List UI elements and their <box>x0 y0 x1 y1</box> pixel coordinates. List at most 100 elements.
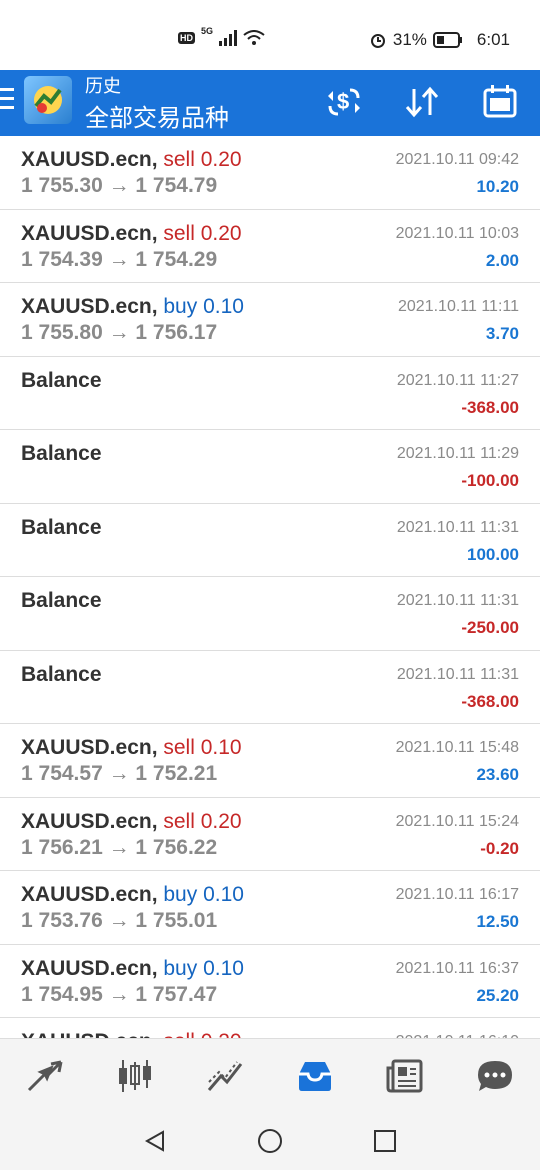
deal-time: 2021.10.11 11:31 <box>396 665 519 683</box>
history-list[interactable]: XAUUSD.ecn, sell 0.20 1 755.30 → 1 754.79… <box>0 136 540 1038</box>
row-title: XAUUSD.ecn, sell 0.20 <box>21 1030 242 1038</box>
deal-time: 2021.10.11 11:31 <box>396 518 519 536</box>
battery-percent: 31% <box>392 30 427 49</box>
symbol-name: XAUUSD.ecn, <box>21 956 158 980</box>
status-connectivity: HD 5G <box>178 26 265 46</box>
row-title: XAUUSD.ecn, buy 0.10 <box>21 883 244 907</box>
symbol-name: Balance <box>21 662 102 686</box>
clock: 6:01 <box>476 30 510 49</box>
deal-volume: 0.20 <box>200 148 242 171</box>
deal-prices: 1 754.57 → 1 752.21 <box>21 762 218 785</box>
sort-arrows-icon <box>405 86 439 118</box>
deal-profit: 25.20 <box>476 985 519 1005</box>
row-title: XAUUSD.ecn, sell 0.10 <box>21 736 242 760</box>
quotes-icon <box>27 1060 63 1092</box>
deal-row[interactable]: XAUUSD.ecn, sell 0.20 1 755.30 → 1 754.79… <box>0 136 540 210</box>
app-logo <box>24 76 72 124</box>
deal-side: sell <box>163 148 195 171</box>
symbol-name: Balance <box>21 515 102 539</box>
row-title: Balance <box>21 589 102 613</box>
row-title: Balance <box>21 516 102 540</box>
nav-messages[interactable] <box>470 1051 520 1101</box>
balance-row[interactable]: Balance 2021.10.11 11:31 -368.00 <box>0 651 540 724</box>
row-title: Balance <box>21 663 102 687</box>
currency-exchange-icon: $ <box>328 88 360 116</box>
network-type: 5G <box>201 26 214 36</box>
nav-quotes[interactable] <box>20 1051 70 1101</box>
nav-trade[interactable] <box>200 1051 250 1101</box>
deal-row[interactable]: XAUUSD.ecn, sell 0.20 1 756.21 → 1 756.22… <box>0 798 540 871</box>
back-button[interactable] <box>140 1126 170 1156</box>
status-bar: HD 5G 31% 6:01 <box>0 0 540 70</box>
nav-news[interactable] <box>380 1051 430 1101</box>
deal-row[interactable]: XAUUSD.ecn, buy 0.10 1 754.95 → 1 757.47 2… <box>0 945 540 1018</box>
deal-prices: 1 753.76 → 1 755.01 <box>21 909 218 932</box>
svg-text:$: $ <box>337 89 349 114</box>
row-title: Balance <box>21 442 102 466</box>
deal-time: 2021.10.11 11:11 <box>398 298 519 315</box>
header-subtitle: 历史 <box>85 76 121 96</box>
deal-row[interactable]: XAUUSD.ecn, sell 0.202021.10.11 16:10 <box>0 1018 540 1038</box>
deal-time: 2021.10.11 09:42 <box>395 151 519 168</box>
app-bar: 历史 全部交易品种 $ <box>0 70 540 136</box>
deal-side: sell <box>163 809 195 833</box>
symbol-name: XAUUSD.ecn, <box>21 221 158 245</box>
symbol-name: Balance <box>21 589 102 612</box>
home-button[interactable] <box>255 1126 285 1156</box>
bottom-navigation <box>0 1038 540 1113</box>
deal-prices: 1 754.95 → 1 757.47 <box>21 982 218 1006</box>
symbol-name: Balance <box>21 442 102 465</box>
row-title: XAUUSD.ecn, buy 0.10 <box>21 295 244 319</box>
sort-button[interactable] <box>400 80 444 124</box>
deal-profit: 12.50 <box>476 912 519 931</box>
nav-chart[interactable] <box>110 1051 160 1101</box>
recent-apps-icon <box>374 1130 396 1152</box>
recent-apps-button[interactable] <box>370 1126 400 1156</box>
balance-row[interactable]: Balance 2021.10.11 11:31 100.00 <box>0 504 540 577</box>
deal-volume: 0.20 <box>200 809 242 833</box>
signal-icon <box>219 30 238 46</box>
deal-profit: -250.00 <box>461 618 519 637</box>
symbol-name: XAUUSD.ecn, <box>21 148 158 171</box>
calendar-button[interactable] <box>478 80 522 124</box>
deal-row[interactable]: XAUUSD.ecn, buy 0.10 1 753.76 → 1 755.01 2… <box>0 871 540 945</box>
chart-icon <box>119 1060 151 1092</box>
symbol-name: XAUUSD.ecn, <box>21 295 158 318</box>
deal-profit: 2.00 <box>485 250 519 270</box>
deal-time: 2021.10.11 15:24 <box>395 812 519 830</box>
deal-volume: 0.20 <box>201 1030 242 1038</box>
deal-prices: 1 756.21 → 1 756.22 <box>21 835 218 859</box>
row-title: XAUUSD.ecn, buy 0.10 <box>21 957 244 981</box>
deal-row[interactable]: XAUUSD.ecn, sell 0.20 1 754.39 → 1 754.29… <box>0 210 540 283</box>
deal-volume: 0.10 <box>200 736 242 759</box>
deal-volume: 0.20 <box>200 221 242 245</box>
row-title: Balance <box>21 369 102 393</box>
balance-row[interactable]: Balance 2021.10.11 11:27 -368.00 <box>0 357 540 430</box>
trade-icon <box>207 1061 243 1091</box>
symbol-name: XAUUSD.ecn, <box>21 883 158 906</box>
balance-row[interactable]: Balance 2021.10.11 11:31 -250.00 <box>0 577 540 651</box>
battery-icon <box>432 32 462 48</box>
news-icon <box>386 1059 423 1093</box>
deal-prices: 1 754.39 → 1 754.29 <box>21 247 218 271</box>
menu-icon[interactable] <box>0 88 14 112</box>
deal-time: 2021.10.11 11:31 <box>396 592 519 609</box>
deal-volume: 0.10 <box>203 295 244 318</box>
hd-badge: HD <box>178 32 195 44</box>
deal-volume: 0.10 <box>203 883 244 906</box>
deal-profit: 100.00 <box>467 544 519 564</box>
deal-profit: -100.00 <box>461 471 519 490</box>
deal-profit: 10.20 <box>476 177 519 196</box>
balance-row[interactable]: Balance 2021.10.11 11:29 -100.00 <box>0 430 540 504</box>
deal-row[interactable]: XAUUSD.ecn, buy 0.10 1 755.80 → 1 756.17 2… <box>0 283 540 357</box>
deal-row[interactable]: XAUUSD.ecn, sell 0.10 1 754.57 → 1 752.21… <box>0 724 540 798</box>
nav-history[interactable] <box>290 1051 340 1101</box>
row-title: XAUUSD.ecn, sell 0.20 <box>21 148 242 172</box>
symbol-name: XAUUSD.ecn, <box>21 736 158 759</box>
system-navigation <box>0 1112 540 1170</box>
history-icon <box>299 1062 331 1091</box>
header-title[interactable]: 全部交易品种 <box>85 98 229 133</box>
deal-prices: 1 755.80 → 1 756.17 <box>21 321 218 344</box>
deposit-withdraw-button[interactable]: $ <box>322 80 366 124</box>
home-icon <box>258 1129 282 1153</box>
